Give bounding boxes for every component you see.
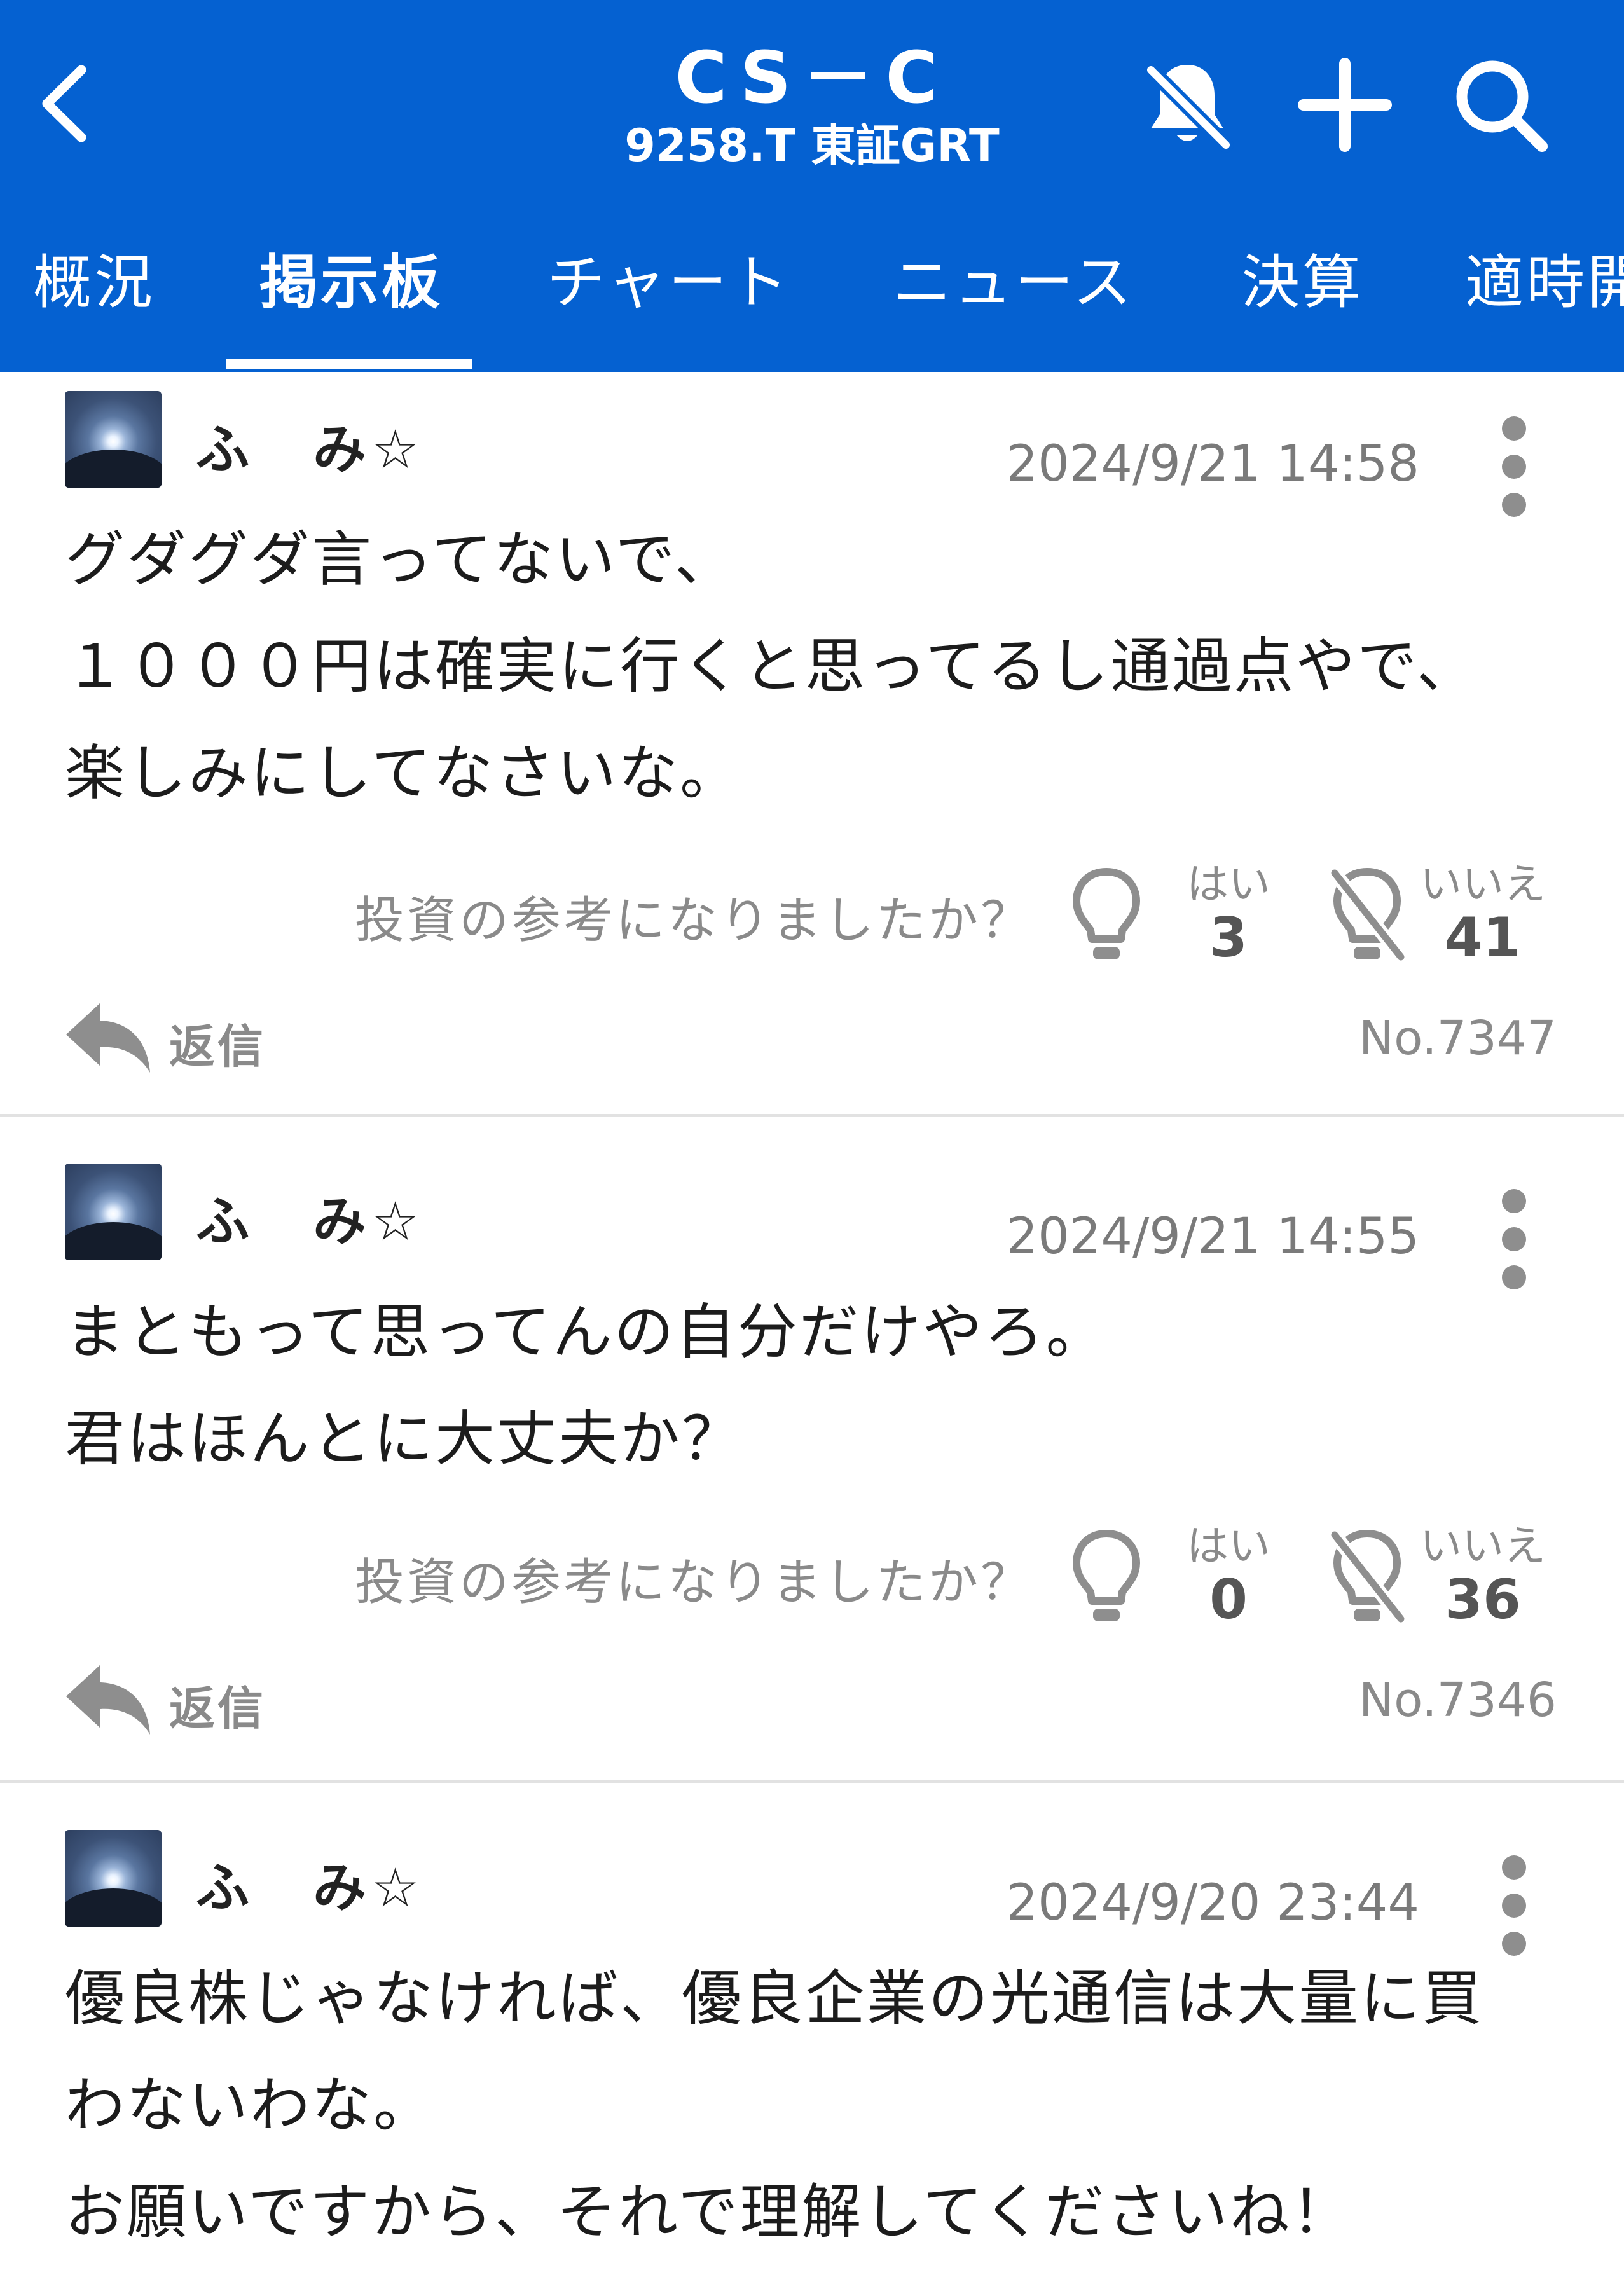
notification-toggle-button[interactable] (1133, 51, 1241, 159)
tab-bar: 概況 掲示板 チャート ニュース 決算 適時開 (0, 229, 1624, 372)
username[interactable]: ふ み☆ (196, 407, 424, 484)
reply-label: 返信 (169, 1682, 266, 1735)
post-item: ふ み☆ 2024/9/21 14:58 グダグダ言ってないで、 １０００円は確… (0, 372, 1624, 1116)
helpful-question: 投資の参考になりましたか？ (354, 1554, 1033, 1611)
avatar[interactable] (65, 1830, 162, 1927)
helpful-question: 投資の参考になりましたか？ (354, 892, 1033, 949)
lightbulb-icon (1073, 868, 1140, 959)
tab-overview[interactable]: 概況 (33, 229, 155, 372)
avatar[interactable] (65, 391, 162, 488)
reply-label: 返信 (169, 1020, 266, 1073)
vote-no-label: いいえ (1420, 860, 1546, 909)
post-item: ふ み☆ 2024/9/21 14:55 まともって思ってんの自分だけやろ。 君… (0, 1117, 1624, 1783)
search-icon (1456, 60, 1548, 152)
reply-arrow-icon (66, 1003, 150, 1073)
vote-no-count: 41 (1445, 906, 1521, 970)
dot (1502, 416, 1526, 441)
dot (1502, 1855, 1526, 1880)
vote-yes-count: 3 (1209, 906, 1248, 970)
tab-message-board[interactable]: 掲示板 (259, 229, 443, 372)
plus-icon (1298, 58, 1392, 152)
lightbulb-icon (1073, 1530, 1140, 1621)
dot (1502, 1894, 1526, 1918)
dot (1502, 1189, 1526, 1213)
back-button[interactable] (29, 56, 99, 151)
chevron-left-icon (42, 65, 86, 142)
dot (1502, 1227, 1526, 1251)
vote-yes-label: はい (1187, 860, 1270, 909)
dot (1502, 455, 1526, 479)
reply-button[interactable]: 返信 (62, 995, 279, 1078)
bell-off-icon (1143, 62, 1234, 153)
tab-chart[interactable]: チャート (547, 229, 790, 372)
username[interactable]: ふ み☆ (196, 1845, 424, 1922)
post-number: No.7347 (1358, 1011, 1557, 1066)
post-body: グダグダ言ってないで、 １０００円は確実に行くと思ってるし通過点やで、 楽しみに… (65, 525, 1478, 808)
vote-yes-button[interactable] (1065, 1523, 1148, 1632)
vote-no-count: 36 (1445, 1568, 1521, 1632)
add-to-watchlist-button[interactable] (1291, 51, 1399, 159)
reply-arrow-icon (66, 1665, 150, 1735)
post-timestamp: 2024/9/21 14:58 (1006, 436, 1419, 493)
post-body: 優良株じゃなければ、優良企業の光通信は大量に買 わないわな。 お願いですから、そ… (65, 1964, 1484, 2247)
avatar[interactable] (65, 1164, 162, 1260)
tab-news[interactable]: ニュース (893, 229, 1134, 372)
post-body: まともって思ってんの自分だけやろ。 君はほんとに大丈夫か？ (65, 1298, 1108, 1474)
vote-no-label: いいえ (1420, 1522, 1546, 1571)
lightbulb-off-icon (1328, 1528, 1408, 1626)
vote-yes-button[interactable] (1065, 862, 1148, 970)
post-timestamp: 2024/9/20 23:44 (1006, 1874, 1419, 1932)
vote-yes-label: はい (1187, 1522, 1270, 1571)
lightbulb-off-icon (1328, 866, 1408, 964)
tab-earnings[interactable]: 決算 (1241, 229, 1363, 372)
search-button[interactable] (1447, 51, 1555, 159)
post-item: ふ み☆ 2024/9/20 23:44 優良株じゃなければ、優良企業の光通信は… (0, 1783, 1624, 2289)
vote-no-button[interactable] (1326, 862, 1408, 970)
reply-button[interactable]: 返信 (62, 1657, 279, 1740)
active-tab-indicator (226, 359, 472, 369)
post-timestamp: 2024/9/21 14:55 (1006, 1208, 1419, 1265)
app-header: CS－C 9258.T 東証GRT 概況 掲示板 チャート ニュース 決算 適時… (0, 0, 1624, 372)
vote-no-button[interactable] (1326, 1523, 1408, 1632)
vote-yes-count: 0 (1209, 1568, 1248, 1632)
username[interactable]: ふ み☆ (196, 1179, 424, 1256)
tab-timely-disclosure[interactable]: 適時開 (1465, 229, 1624, 372)
post-number: No.7346 (1358, 1673, 1557, 1728)
